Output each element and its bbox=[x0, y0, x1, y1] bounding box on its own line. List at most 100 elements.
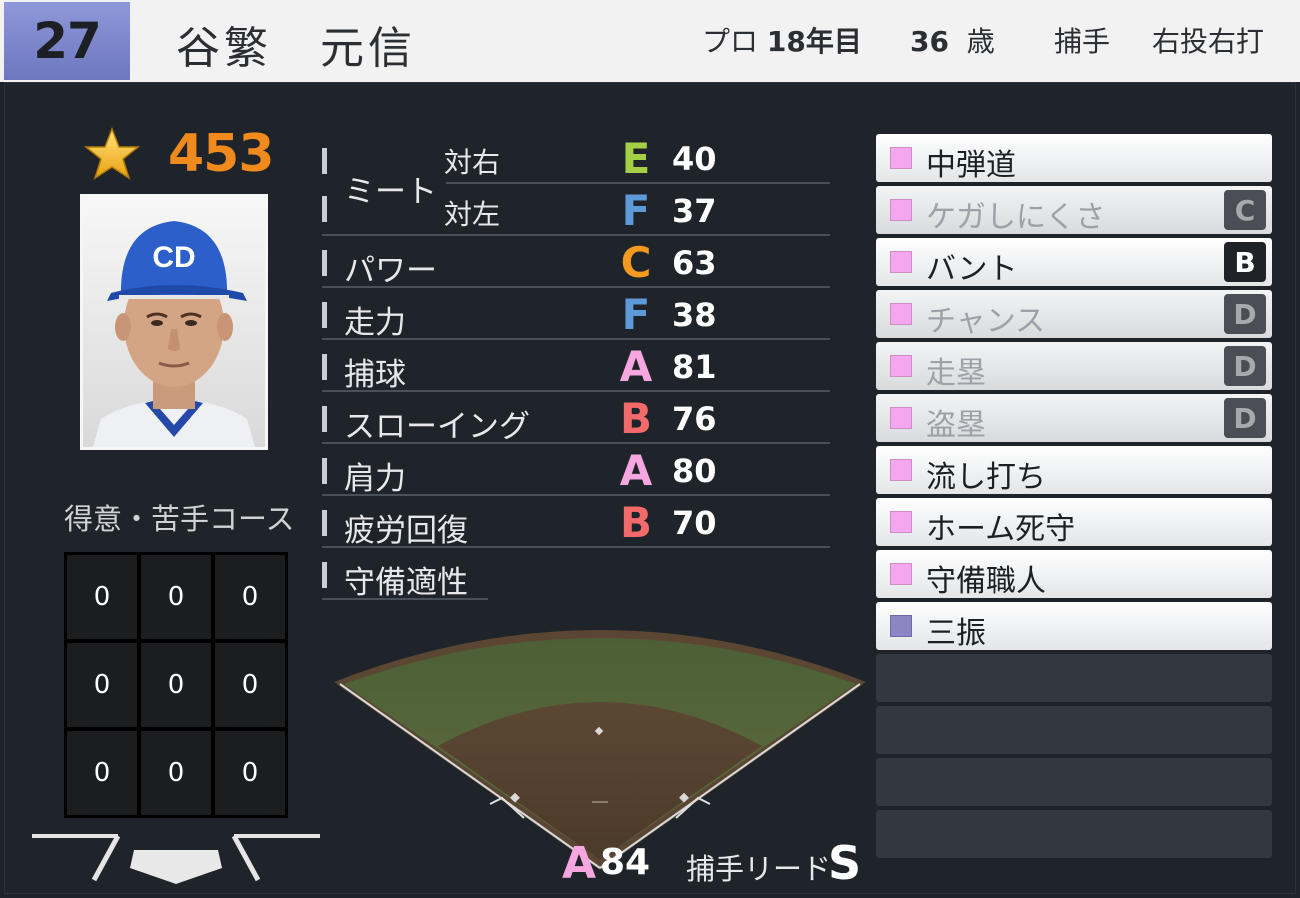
grade-letter: A bbox=[619, 342, 653, 391]
grade-letter: C bbox=[620, 238, 652, 287]
ability-name: チャンス bbox=[926, 304, 1046, 339]
ability-marker bbox=[890, 251, 912, 273]
ability-card[interactable]: ホーム死守 bbox=[876, 498, 1272, 547]
stat-value: 80 bbox=[672, 452, 717, 490]
ability-name: ホーム死守 bbox=[926, 512, 1076, 547]
catcher-fielding-value: 84 bbox=[600, 842, 651, 883]
handedness: 右投右打 bbox=[1152, 25, 1265, 58]
ability-level-badge: D bbox=[1224, 398, 1266, 438]
ability-card[interactable]: 走塁 D bbox=[876, 342, 1272, 391]
stat-value: 76 bbox=[672, 400, 717, 438]
stat-value: 81 bbox=[672, 348, 717, 386]
age-unit: 歳 bbox=[966, 25, 995, 58]
ability-name: 走塁 bbox=[926, 356, 986, 391]
zone-cell: 0 bbox=[141, 731, 211, 815]
zone-cell: 0 bbox=[141, 555, 211, 639]
zone-cell: 0 bbox=[215, 731, 285, 815]
ability-card[interactable]: チャンス D bbox=[876, 290, 1272, 339]
stat-label: パワー bbox=[344, 253, 437, 289]
stat-value: 37 bbox=[672, 192, 717, 230]
catcher-lead-label: 捕手リード bbox=[686, 852, 832, 886]
stat-label: 守備適性 bbox=[344, 565, 468, 601]
pro-years: 18年目 bbox=[766, 25, 862, 58]
ability-name: 盗塁 bbox=[926, 408, 986, 443]
ability-marker bbox=[890, 355, 912, 377]
ability-name: 中弾道 bbox=[926, 148, 1016, 183]
course-title: 得意・苦手コース bbox=[64, 502, 295, 536]
ability-card[interactable]: 守備職人 bbox=[876, 550, 1272, 599]
stat-label: 疲労回復 bbox=[344, 513, 468, 549]
stat-row-position: 守備適性 bbox=[322, 548, 488, 601]
ability-name: 三振 bbox=[926, 616, 986, 651]
stat-value: 38 bbox=[672, 296, 717, 334]
ability-card[interactable]: バント B bbox=[876, 238, 1272, 287]
catcher-lead-rank: S bbox=[828, 836, 862, 890]
stat-row-power: パワー C 63 bbox=[322, 236, 830, 289]
row-marker bbox=[322, 406, 327, 432]
empty-ability-slot bbox=[876, 758, 1272, 806]
meet-label: ミート bbox=[344, 174, 437, 210]
grade-letter: F bbox=[621, 186, 651, 235]
ability-level-badge: D bbox=[1224, 346, 1266, 386]
ability-name: 流し打ち bbox=[926, 460, 1046, 495]
ability-marker bbox=[890, 615, 912, 637]
row-marker bbox=[322, 148, 327, 174]
row-marker bbox=[322, 562, 327, 588]
ability-name: 守備職人 bbox=[926, 564, 1046, 599]
age-info: 36 歳 bbox=[910, 20, 995, 60]
grade-letter: E bbox=[621, 134, 651, 183]
player-portrait: CD bbox=[80, 194, 268, 450]
zone-cell: 0 bbox=[67, 731, 137, 815]
ability-card[interactable]: 三振 bbox=[876, 602, 1272, 651]
player-name: 谷繁 元信 bbox=[176, 23, 416, 74]
row-marker bbox=[322, 196, 327, 222]
grade-letter: A bbox=[619, 446, 653, 495]
ability-card[interactable]: 盗塁 D bbox=[876, 394, 1272, 443]
stat-row-throwing: スローイング B 76 bbox=[322, 392, 830, 445]
empty-ability-slot bbox=[876, 654, 1272, 702]
stat-row-fielding: 捕球 A 81 bbox=[322, 340, 830, 393]
zone-cell: 0 bbox=[215, 643, 285, 727]
uniform-number: 27 bbox=[4, 2, 130, 80]
ability-marker bbox=[890, 303, 912, 325]
pro-years-info: プロ 18年目 bbox=[702, 20, 862, 60]
row-marker bbox=[322, 510, 327, 536]
empty-ability-slot bbox=[876, 706, 1272, 754]
grade-letter: B bbox=[619, 394, 652, 443]
ability-marker bbox=[890, 199, 912, 221]
stat-row-speed: 走力 F 38 bbox=[322, 288, 830, 341]
ability-level-badge: B bbox=[1224, 242, 1266, 282]
svg-text:CD: CD bbox=[152, 241, 195, 274]
ability-marker bbox=[890, 407, 912, 429]
empty-ability-slot bbox=[876, 810, 1272, 858]
stat-value: 63 bbox=[672, 244, 717, 282]
grade-letter: F bbox=[621, 290, 651, 339]
zone-cell: 0 bbox=[67, 643, 137, 727]
stat-row-arm: 肩力 A 80 bbox=[322, 444, 830, 497]
row-marker bbox=[322, 250, 327, 276]
ability-marker bbox=[890, 147, 912, 169]
ability-card[interactable]: ケガしにくさ C bbox=[876, 186, 1272, 235]
catcher-grade-letter: A bbox=[562, 838, 597, 889]
zone-cell: 0 bbox=[215, 555, 285, 639]
stat-label: 肩力 bbox=[344, 461, 406, 497]
row-marker bbox=[322, 458, 327, 484]
pro-label: プロ bbox=[702, 25, 759, 58]
ability-card[interactable]: 中弾道 bbox=[876, 134, 1272, 183]
ability-name: ケガしにくさ bbox=[926, 200, 1106, 235]
ability-level-badge: C bbox=[1224, 190, 1266, 230]
stat-label: 捕球 bbox=[344, 357, 406, 393]
star-icon bbox=[84, 126, 140, 180]
stat-row-recovery: 疲労回復 B 70 bbox=[322, 496, 830, 549]
meet-right-label: 対右 bbox=[444, 146, 501, 179]
grade-letter: B bbox=[619, 498, 652, 547]
ability-marker bbox=[890, 563, 912, 585]
stat-value: 70 bbox=[672, 504, 717, 542]
ability-card[interactable]: 流し打ち bbox=[876, 446, 1272, 495]
row-marker bbox=[322, 354, 327, 380]
ability-name: バント bbox=[926, 252, 1018, 287]
position: 捕手 bbox=[1054, 25, 1111, 58]
stat-label: スローイング bbox=[344, 409, 530, 445]
ability-marker bbox=[890, 459, 912, 481]
hot-cold-zone-grid: 0 0 0 0 0 0 0 0 0 bbox=[64, 552, 288, 818]
